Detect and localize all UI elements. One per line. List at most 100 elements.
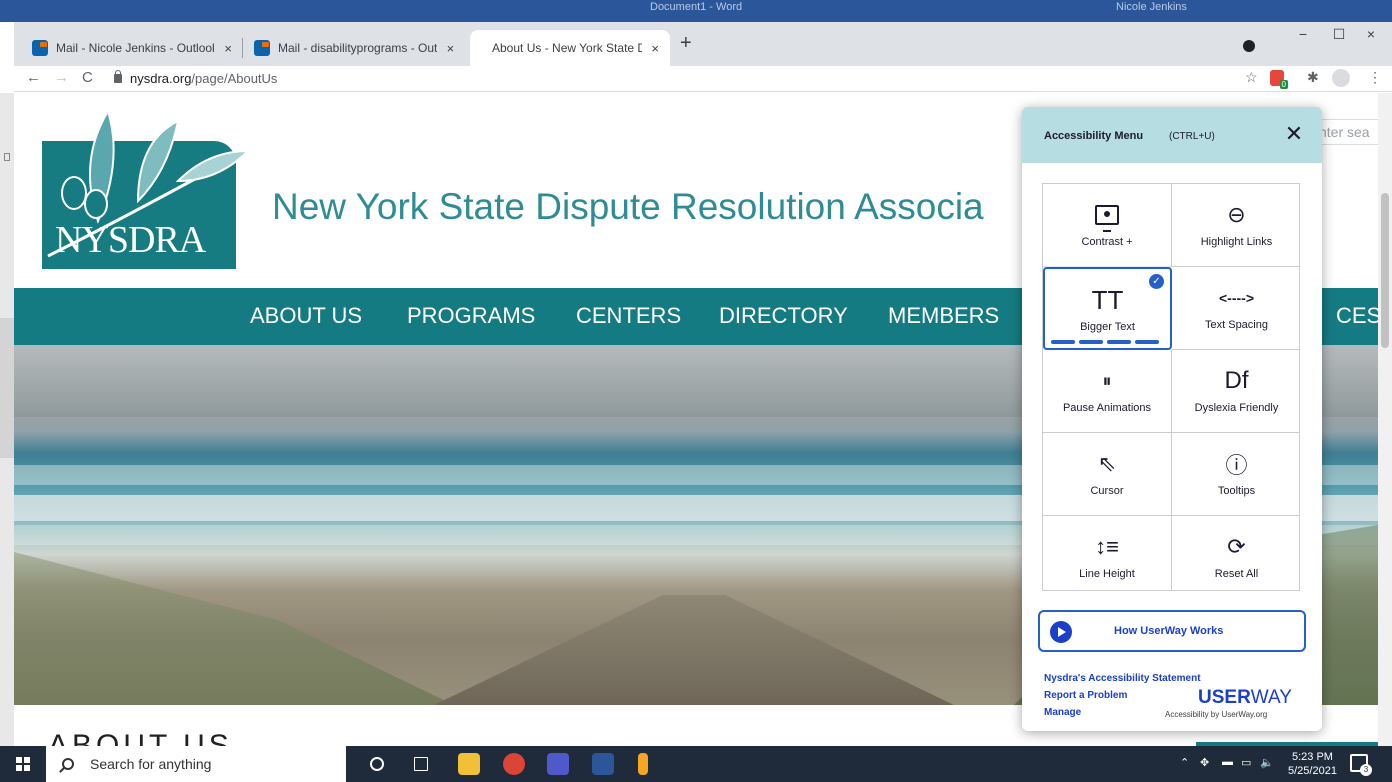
tab-separator (242, 38, 243, 58)
extensions-puzzle-icon[interactable]: ✱ (1307, 69, 1319, 86)
ruler-shade (0, 318, 14, 458)
option-dyslexia-friendly[interactable]: Df Dyslexia Friendly (1172, 350, 1299, 433)
option-cursor[interactable]: ⇖ Cursor (1043, 433, 1172, 516)
line-height-icon: ↕≡ (1095, 534, 1119, 559)
nav-about-us[interactable]: ABOUT US (250, 303, 362, 329)
record-icon[interactable] (1243, 40, 1255, 52)
option-label: Dyslexia Friendly (1194, 402, 1279, 414)
nav-members[interactable]: MEMBERS (888, 303, 999, 329)
profile-avatar[interactable] (1332, 69, 1350, 87)
option-label: Tooltips (1217, 485, 1256, 497)
monitor-icon (1095, 200, 1119, 232)
file-explorer-icon[interactable] (458, 753, 480, 775)
tray-dropbox-icon[interactable]: ✥ (1200, 756, 1209, 769)
tab-close-button[interactable]: × (220, 41, 236, 56)
outlook-icon (32, 40, 48, 56)
browser-toolbar: ← → C nysdra.org /page/AboutUs ☆ ✱ ⋮ (14, 66, 1392, 92)
search-icon (62, 758, 74, 770)
how-label: How UserWay Works (1114, 625, 1224, 637)
userway-logo[interactable]: USERWAY (1198, 687, 1292, 709)
option-bigger-text[interactable]: ✓ TT Bigger Text (1043, 267, 1172, 350)
tab-about-us[interactable]: About Us - New York State Dispu × (470, 30, 670, 66)
accessibility-statement-link[interactable]: Nysdra's Accessibility Statement (1044, 673, 1201, 684)
word-title: Document1 - Word (650, 1, 743, 13)
play-icon (1050, 621, 1072, 643)
tab-close-button[interactable]: × (443, 41, 458, 56)
taskbar-clock[interactable]: 5:23 PM 5/25/2021 (1288, 750, 1337, 778)
option-line-height[interactable]: ↕≡ Line Height (1043, 516, 1172, 590)
manage-link[interactable]: Manage (1044, 707, 1081, 718)
tray-up-arrow-icon[interactable]: ⌃ (1180, 756, 1189, 769)
accessibility-title: Accessibility Menu (1044, 130, 1144, 142)
reload-icon[interactable]: C (82, 69, 93, 86)
tooltip-icon: ⓘ (1225, 453, 1248, 478)
clock-date: 5/25/2021 (1288, 765, 1337, 777)
nysdra-logo[interactable]: NYSDRA (28, 101, 258, 271)
option-reset-all[interactable]: ⟳ Reset All (1172, 516, 1299, 590)
site-search-input[interactable]: nter sea (1316, 119, 1378, 145)
logo-text: NYSDRA (55, 219, 206, 261)
accessibility-header: Accessibility Menu (CTRL+U) ✕ (1022, 107, 1322, 163)
option-label: Reset All (1214, 568, 1259, 580)
word-icon[interactable] (592, 753, 614, 775)
text-spacing-icon: <----> (1219, 290, 1254, 306)
how-userway-works-button[interactable]: How UserWay Works (1038, 610, 1306, 652)
reset-icon: ⟳ (1227, 534, 1246, 559)
userway-credit: Accessibility by UserWay.org (1165, 710, 1268, 719)
nav-centers[interactable]: CENTERS (576, 303, 681, 329)
taskbar-search[interactable]: Search for anything (46, 746, 346, 782)
nav-programs[interactable]: PROGRAMS (407, 303, 535, 329)
tab-label: About Us - New York State Dispu (492, 41, 643, 55)
accessibility-menu: Accessibility Menu (CTRL+U) ✕ Contrast +… (1022, 107, 1322, 731)
app-icon[interactable] (638, 753, 648, 775)
url-path: /page/AboutUs (191, 70, 278, 86)
windows-start-icon[interactable] (16, 757, 30, 771)
network-icon[interactable]: ▭ (1241, 756, 1251, 769)
clock-time: 5:23 PM (1291, 751, 1333, 763)
option-highlight-links[interactable]: ⊖ Highlight Links (1172, 184, 1299, 267)
battery-icon[interactable]: ▬ (1222, 756, 1233, 768)
cortana-icon[interactable] (370, 757, 384, 771)
option-tooltips[interactable]: ⓘ Tooltips (1172, 433, 1299, 516)
address-bar[interactable]: nysdra.org /page/AboutUs (114, 67, 1224, 89)
minimize-button[interactable]: − (1283, 26, 1323, 42)
close-icon[interactable]: ✕ (1282, 123, 1306, 147)
back-icon[interactable]: ← (26, 69, 41, 86)
option-text-spacing[interactable]: <----> Text Spacing (1172, 267, 1299, 350)
accessibility-shortcut: (CTRL+U) (1169, 131, 1215, 142)
dyslexia-icon: Df (1224, 367, 1249, 394)
hero-boardwalk (434, 595, 954, 705)
notification-icon[interactable] (1350, 754, 1372, 776)
word-user: Nicole Jenkins (1116, 1, 1187, 13)
text-size-icon: TT (1091, 284, 1124, 315)
tab-outlook-nicole[interactable]: Mail - Nicole Jenkins - Outlook × (24, 30, 244, 66)
more-menu-icon[interactable]: ⋮ (1368, 69, 1382, 86)
extension-icon[interactable] (1270, 70, 1288, 89)
bookmark-star-icon[interactable]: ☆ (1245, 69, 1258, 86)
teams-icon[interactable] (547, 753, 569, 775)
option-label: Cursor (1090, 485, 1124, 497)
new-tab-button[interactable]: + (680, 32, 692, 55)
cursor-icon: ⇖ (1097, 451, 1117, 476)
nav-directory[interactable]: DIRECTORY (719, 303, 848, 329)
bigger-text-level (1051, 340, 1159, 344)
close-window-button[interactable]: × (1351, 26, 1391, 42)
option-label: Pause Animations (1062, 402, 1152, 414)
accessibility-options-grid: Contrast + ⊖ Highlight Links ✓ TT Bigger… (1042, 183, 1300, 591)
option-label: Highlight Links (1200, 236, 1273, 248)
outlook-icon (254, 40, 270, 56)
tab-close-button[interactable]: × (648, 41, 662, 56)
tab-label: Mail - Nicole Jenkins - Outlook (56, 41, 215, 55)
nav-resources[interactable]: CES (1336, 303, 1378, 329)
scrollbar-thumb[interactable] (1381, 193, 1389, 348)
report-problem-link[interactable]: Report a Problem (1044, 690, 1127, 701)
option-contrast[interactable]: Contrast + (1043, 184, 1172, 267)
option-pause-animations[interactable]: ⏸ Pause Animations (1043, 350, 1172, 433)
task-view-icon[interactable] (414, 757, 428, 771)
tab-outlook-disability[interactable]: Mail - disabilityprograms - Outlo × (246, 30, 466, 66)
volume-icon[interactable]: 🔈 (1260, 756, 1274, 769)
page-scrollbar[interactable] (1378, 93, 1392, 746)
chrome-icon[interactable] (503, 753, 525, 775)
forward-icon[interactable]: → (54, 69, 69, 86)
site-title: New York State Dispute Resolution Associ… (272, 186, 984, 227)
